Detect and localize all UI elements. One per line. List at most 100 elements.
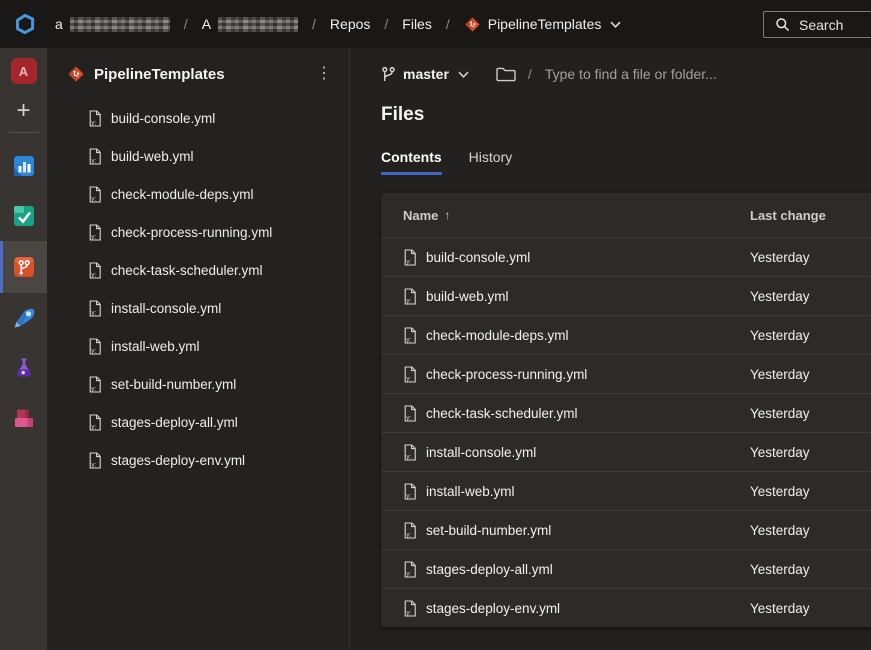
svg-text:y:: y: [406,336,411,343]
breadcrumb-project[interactable]: A [202,16,298,32]
path-separator: / [528,66,532,82]
tab-contents[interactable]: Contents [381,149,442,175]
chevron-down-icon [458,71,469,78]
table-row[interactable]: y: stages-deploy-all.yml Yesterday [381,549,871,588]
yaml-file-icon: y: [88,148,102,165]
sidebar-item-repos[interactable] [0,241,47,293]
find-file-input[interactable] [545,66,815,82]
file-name: stages-deploy-all.yml [426,562,553,577]
table-row[interactable]: y: install-web.yml Yesterday [381,471,871,510]
svg-text:y:: y: [91,157,96,164]
sidebar-item-pipelines[interactable] [0,293,47,343]
yaml-file-icon: y: [88,414,102,431]
path-bar: master / [381,61,871,87]
org-prefix: a [55,16,63,32]
tree-item-label: check-module-deps.yml [111,187,254,202]
column-header-name[interactable]: Name ↑ [403,208,750,223]
breadcrumb-separator: / [446,16,450,32]
tree-item-label: install-console.yml [111,301,221,316]
yaml-file-icon: y: [88,224,102,241]
svg-text:y:: y: [91,347,96,354]
table-row[interactable]: y: stages-deploy-env.yml Yesterday [381,588,871,627]
file-tree: y: build-console.yml y: build-web.yml y: [47,93,349,479]
rail-divider [9,132,39,133]
svg-text:y:: y: [406,609,411,616]
project-name-redacted [218,17,298,32]
table-row[interactable]: y: install-console.yml Yesterday [381,432,871,471]
sidebar-item-overview[interactable] [0,141,47,191]
search-box[interactable] [763,11,871,38]
tree-item-label: stages-deploy-all.yml [111,415,238,430]
last-change-value: Yesterday [750,250,871,265]
last-change-value: Yesterday [750,601,871,616]
table-row[interactable]: y: check-module-deps.yml Yesterday [381,315,871,354]
search-icon [775,17,790,32]
file-name: check-task-scheduler.yml [426,406,578,421]
table-row[interactable]: y: build-web.yml Yesterday [381,276,871,315]
tree-item-label: set-build-number.yml [111,377,236,392]
branch-selector[interactable]: master [381,66,469,82]
table-row[interactable]: y: set-build-number.yml Yesterday [381,510,871,549]
sidebar-item-test-plans[interactable] [0,343,47,393]
more-options-button[interactable]: ⋮ [313,65,335,83]
last-change-value: Yesterday [750,484,871,499]
table-row[interactable]: y: check-process-running.yml Yesterday [381,354,871,393]
breadcrumb-separator: / [184,16,188,32]
tree-item[interactable]: y: set-build-number.yml [47,365,349,403]
yaml-file-icon: y: [88,376,102,393]
svg-text:y:: y: [406,453,411,460]
tree-item[interactable]: y: check-module-deps.yml [47,175,349,213]
tree-item[interactable]: y: check-process-running.yml [47,213,349,251]
rail-nav [0,141,47,443]
tree-item[interactable]: y: stages-deploy-env.yml [47,441,349,479]
repos-branch-icon [11,254,37,280]
breadcrumb-repo-name: PipelineTemplates [488,16,602,32]
sidebar-item-boards[interactable] [0,191,47,241]
last-change-value: Yesterday [750,562,871,577]
tree-item[interactable]: y: stages-deploy-all.yml [47,403,349,441]
breadcrumb-files[interactable]: Files [402,16,432,32]
table-row[interactable]: y: build-console.yml Yesterday [381,237,871,276]
last-change-value: Yesterday [750,445,871,460]
tree-item-label: build-console.yml [111,111,215,126]
tree-item[interactable]: y: build-web.yml [47,137,349,175]
branch-icon [381,66,396,82]
svg-text:y:: y: [91,309,96,316]
tree-item[interactable]: y: install-web.yml [47,327,349,365]
breadcrumb-repos[interactable]: Repos [330,16,370,32]
sidebar-item-artifacts[interactable] [0,393,47,443]
add-new-button[interactable]: + [16,97,30,125]
overview-chart-icon [11,153,37,179]
breadcrumb: a / A / Repos / Files / PipelineTemplate… [55,16,621,33]
table-row[interactable]: y: check-task-scheduler.yml Yesterday [381,393,871,432]
svg-text:y:: y: [91,233,96,240]
tree-item[interactable]: y: check-task-scheduler.yml [47,251,349,289]
tree-item[interactable]: y: install-console.yml [47,289,349,327]
last-change-value: Yesterday [750,289,871,304]
last-change-value: Yesterday [750,367,871,382]
last-change-value: Yesterday [750,328,871,343]
project-avatar[interactable]: A [11,58,37,84]
artifacts-boxes-icon [11,405,37,431]
yaml-file-icon: y: [403,483,417,500]
yaml-file-icon: y: [403,288,417,305]
file-name: check-module-deps.yml [426,328,569,343]
project-prefix: A [202,16,211,32]
file-name: set-build-number.yml [426,523,551,538]
root-folder-button[interactable] [496,67,516,82]
tree-item[interactable]: y: build-console.yml [47,99,349,137]
repo-title: PipelineTemplates [94,66,225,83]
breadcrumb-repo-picker[interactable]: PipelineTemplates [464,16,622,33]
column-header-last-change[interactable]: Last change [750,208,871,223]
tree-item-label: build-web.yml [111,149,194,164]
repo-diamond-icon [67,65,85,83]
tab-history[interactable]: History [469,149,513,175]
yaml-file-icon: y: [88,110,102,127]
page-title: Files [381,104,871,126]
breadcrumb-separator: / [312,16,316,32]
search-input[interactable] [799,17,871,33]
test-plans-flask-icon [11,355,37,381]
yaml-file-icon: y: [403,405,417,422]
azure-devops-logo-icon[interactable] [13,12,37,36]
breadcrumb-organization[interactable]: a [55,16,170,32]
